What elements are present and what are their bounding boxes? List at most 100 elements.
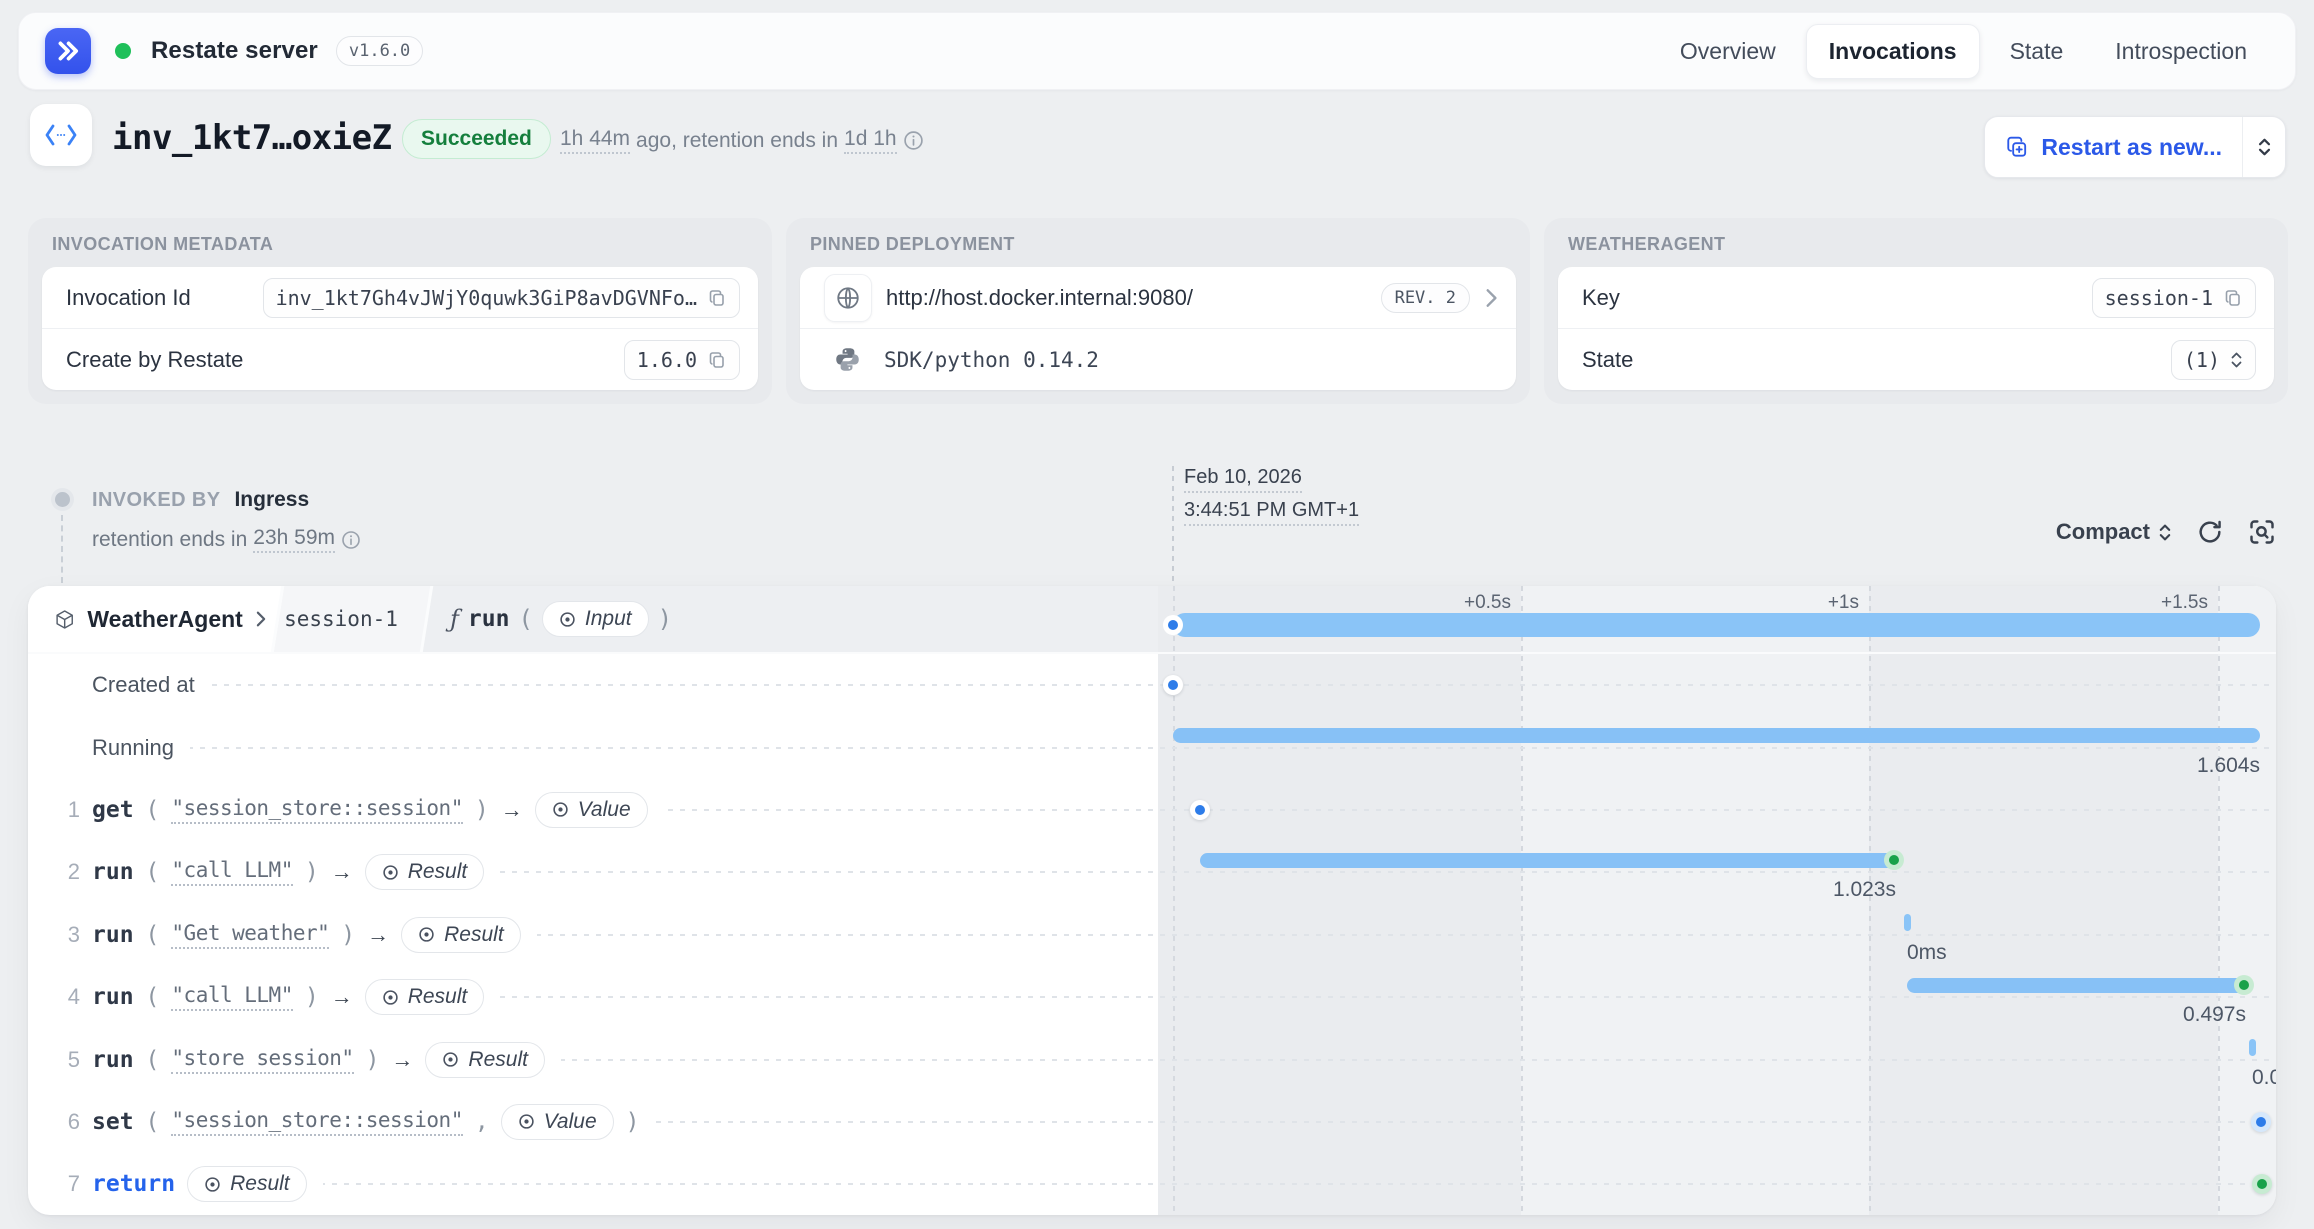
string-arg[interactable]: "Get weather"	[171, 921, 329, 949]
invocation-start-dot	[1163, 615, 1183, 635]
age-text[interactable]: 1h 44m	[560, 127, 630, 154]
event-dot[interactable]	[1163, 675, 1183, 695]
target-icon	[559, 611, 576, 628]
retention-text[interactable]: 1d 1h	[844, 127, 897, 154]
result-badge[interactable]: Result	[401, 917, 521, 953]
retention-prefix: retention ends in	[92, 528, 247, 552]
service-key-chip[interactable]: session-1	[2092, 278, 2256, 318]
instant-tick[interactable]	[2249, 1039, 2256, 1056]
journal-row[interactable]: 5run("store session")→Result0.0	[28, 1028, 2276, 1090]
page: Restate server v1.6.0 OverviewInvocation…	[0, 0, 2314, 1229]
tab-state[interactable]: State	[1988, 25, 2086, 78]
info-icon[interactable]	[341, 530, 361, 550]
duration-label: 1.023s	[1756, 878, 1896, 902]
row-leader-line	[80, 747, 2276, 749]
restart-label: Restart as new...	[2041, 134, 2222, 161]
event-dot[interactable]	[1190, 800, 1210, 820]
row-label-group: 3run("Get weather")→Result	[56, 911, 537, 959]
target-icon	[382, 864, 399, 881]
row-label-group: 5run("store session")→Result	[56, 1036, 561, 1084]
journal-row[interactable]: 7returnResult	[28, 1153, 2276, 1215]
tab-introspection[interactable]: Introspection	[2093, 25, 2269, 78]
card-weatheragent: WEATHERAGENT Key session-1 State (1)	[1544, 218, 2288, 404]
row-label-group: 6set("session_store::session",Value)	[56, 1098, 656, 1146]
value-badge[interactable]: Value	[535, 792, 648, 828]
input-badge[interactable]: Input	[542, 601, 649, 637]
chevron-updown-icon	[2158, 523, 2172, 542]
result-badge[interactable]: Result	[425, 1042, 545, 1078]
zoom-to-fit-icon[interactable]	[2248, 518, 2276, 546]
chevron-updown-icon	[2257, 137, 2272, 157]
invocation-id-title: inv_1kt7…oxieZ	[112, 118, 392, 158]
journal-row[interactable]: 3run("Get weather")→Result0ms	[28, 904, 2276, 966]
timeline-date[interactable]: Feb 10, 2026	[1184, 466, 1302, 493]
badge-label: Result	[230, 1172, 290, 1196]
fn-name: run	[92, 1047, 134, 1073]
journal-row[interactable]: Running1.604s	[28, 716, 2276, 778]
punctuation: (	[146, 922, 160, 948]
service-key-cell[interactable]: session-1	[266, 607, 416, 631]
timeline-time[interactable]: 3:44:51 PM GMT+1	[1184, 499, 1359, 526]
globe-icon	[824, 274, 872, 322]
chevron-right-icon[interactable]	[1484, 287, 1498, 309]
invocation-id-chip[interactable]: inv_1kt7Gh4vJWjY0quwk3GiP8avDGVNFo…	[263, 278, 740, 318]
invoked-by-value[interactable]: Ingress	[234, 488, 309, 512]
invocation-lifetime-bar[interactable]	[1173, 613, 2260, 637]
refresh-icon[interactable]	[2196, 518, 2224, 546]
row-meta-label: Running	[92, 735, 174, 761]
service-breadcrumb[interactable]: WeatherAgent	[28, 606, 266, 633]
journal-row[interactable]: 4run("call LLM")→Result0.497s	[28, 966, 2276, 1028]
input-badge-label: Input	[585, 607, 632, 631]
chevron-updown-icon	[2230, 351, 2243, 369]
event-dot[interactable]	[2252, 1174, 2272, 1194]
fn-name: run	[92, 922, 134, 948]
result-badge[interactable]: Result	[187, 1166, 307, 1202]
event-dot[interactable]	[2251, 1112, 2271, 1132]
duration-bar[interactable]	[1200, 853, 1896, 868]
badge-label: Value	[544, 1110, 597, 1134]
fn-name: get	[92, 797, 134, 823]
restart-as-new-button[interactable]: Restart as new...	[1984, 116, 2286, 178]
duration-label: 0.497s	[2106, 1003, 2246, 1027]
row-number: 7	[56, 1171, 80, 1197]
info-icon[interactable]	[903, 130, 924, 151]
tab-invocations[interactable]: Invocations	[1806, 24, 1980, 79]
result-badge[interactable]: Result	[365, 854, 485, 890]
deployment-endpoint-row[interactable]: http://host.docker.internal:9080/ REV. 2	[800, 267, 1516, 328]
instant-tick[interactable]	[1904, 914, 1911, 931]
row-number: 6	[56, 1109, 80, 1135]
result-badge[interactable]: Result	[365, 979, 485, 1015]
card-title: INVOCATION METADATA	[52, 234, 758, 255]
string-arg[interactable]: "session_store::session"	[171, 796, 462, 824]
journal-row[interactable]: 6set("session_store::session",Value)	[28, 1091, 2276, 1153]
copy-icon[interactable]	[2223, 288, 2243, 308]
state-select[interactable]: (1)	[2171, 340, 2256, 380]
journal-row[interactable]: Created at	[28, 654, 2276, 716]
journal-row[interactable]: 2run("call LLM")→Result1.023s	[28, 841, 2276, 903]
string-arg[interactable]: "call LLM"	[171, 983, 292, 1011]
string-arg[interactable]: "call LLM"	[171, 858, 292, 886]
tab-overview[interactable]: Overview	[1658, 25, 1798, 78]
restart-main-segment[interactable]: Restart as new...	[1985, 117, 2242, 177]
copy-icon[interactable]	[707, 350, 727, 370]
endpoint-url: http://host.docker.internal:9080/	[886, 285, 1193, 311]
retention-value[interactable]: 23h 59m	[253, 526, 335, 553]
header-separator	[28, 652, 2276, 654]
invoked-by-label: INVOKED BY	[92, 489, 220, 512]
punctuation: ,	[475, 1109, 489, 1135]
journal-row[interactable]: 1get("session_store::session")→Value	[28, 779, 2276, 841]
restart-options-toggle[interactable]	[2242, 117, 2285, 177]
status-badge: Succeeded	[402, 119, 551, 159]
density-select[interactable]: Compact	[2056, 519, 2172, 545]
value-badge[interactable]: Value	[501, 1104, 614, 1140]
duration-bar[interactable]	[1907, 978, 2246, 993]
target-icon	[552, 801, 569, 818]
copy-icon[interactable]	[707, 288, 727, 308]
duration-bar[interactable]	[1173, 728, 2260, 743]
restate-version-chip[interactable]: 1.6.0	[624, 340, 740, 380]
string-arg[interactable]: "store session"	[171, 1046, 353, 1074]
timeline-start-datetime[interactable]: Feb 10, 2026 3:44:51 PM GMT+1	[1184, 466, 1359, 532]
card-invocation-metadata: INVOCATION METADATA Invocation Id inv_1k…	[28, 218, 772, 404]
invocation-id-value: inv_1kt7Gh4vJWjY0quwk3GiP8avDGVNFo…	[276, 286, 697, 310]
string-arg[interactable]: "session_store::session"	[171, 1108, 462, 1136]
